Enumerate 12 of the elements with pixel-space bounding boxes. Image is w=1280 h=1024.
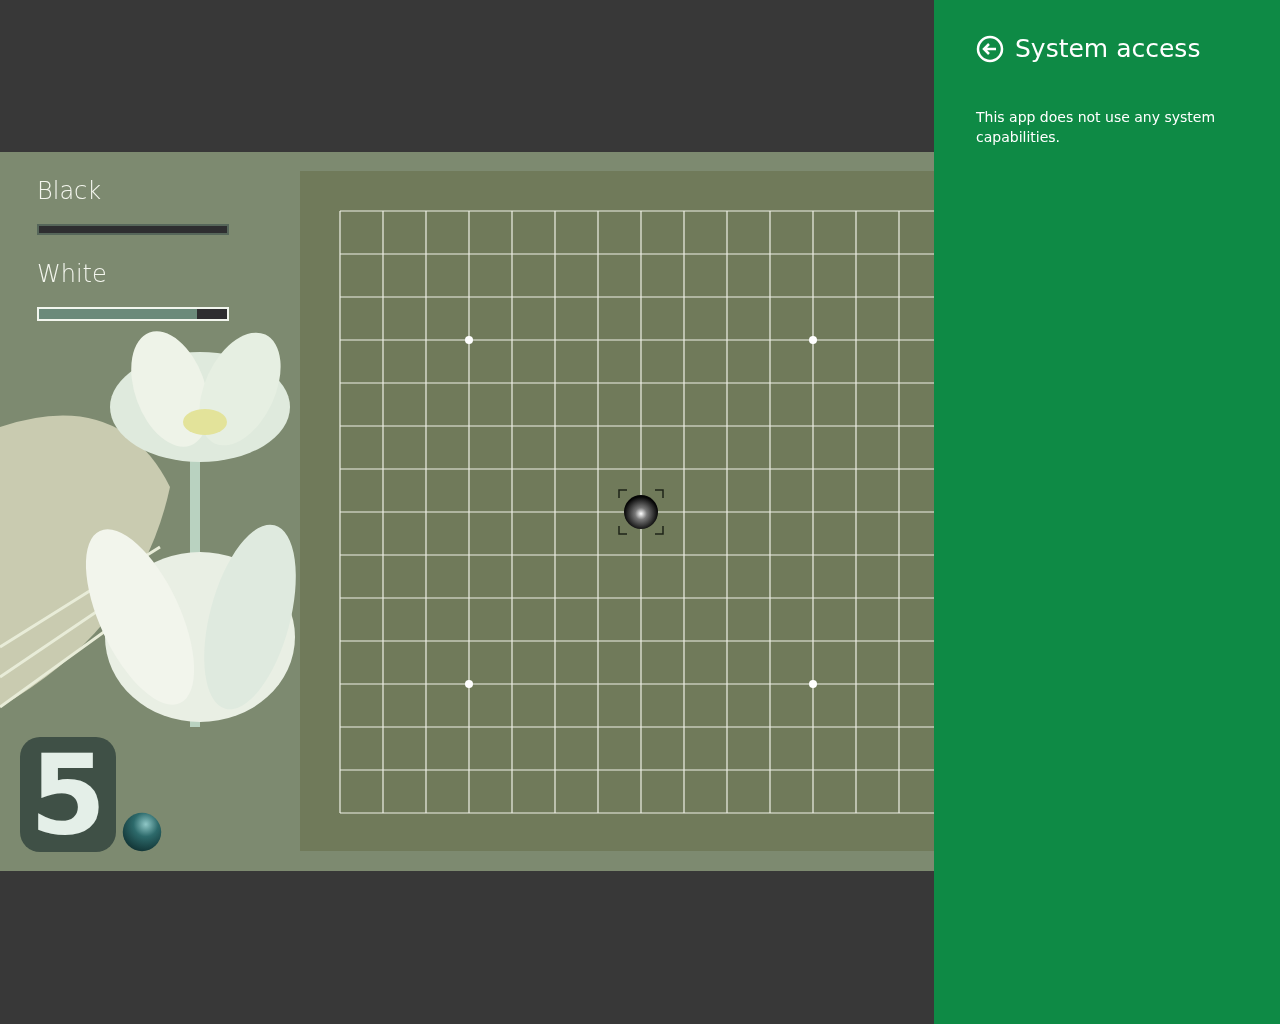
star-point <box>809 680 817 688</box>
star-point <box>809 336 817 344</box>
go-stone[interactable] <box>624 495 658 529</box>
level-badge: 5 <box>20 737 116 852</box>
player-name: White <box>37 259 108 290</box>
star-point <box>465 680 473 688</box>
player-name: Black <box>37 176 103 207</box>
sphere-icon <box>122 812 162 852</box>
panel-title: System access <box>1015 34 1201 63</box>
star-point <box>465 336 473 344</box>
back-icon[interactable] <box>976 34 1004 63</box>
panel-message: This app does not use any system capabilities. <box>976 108 1217 147</box>
